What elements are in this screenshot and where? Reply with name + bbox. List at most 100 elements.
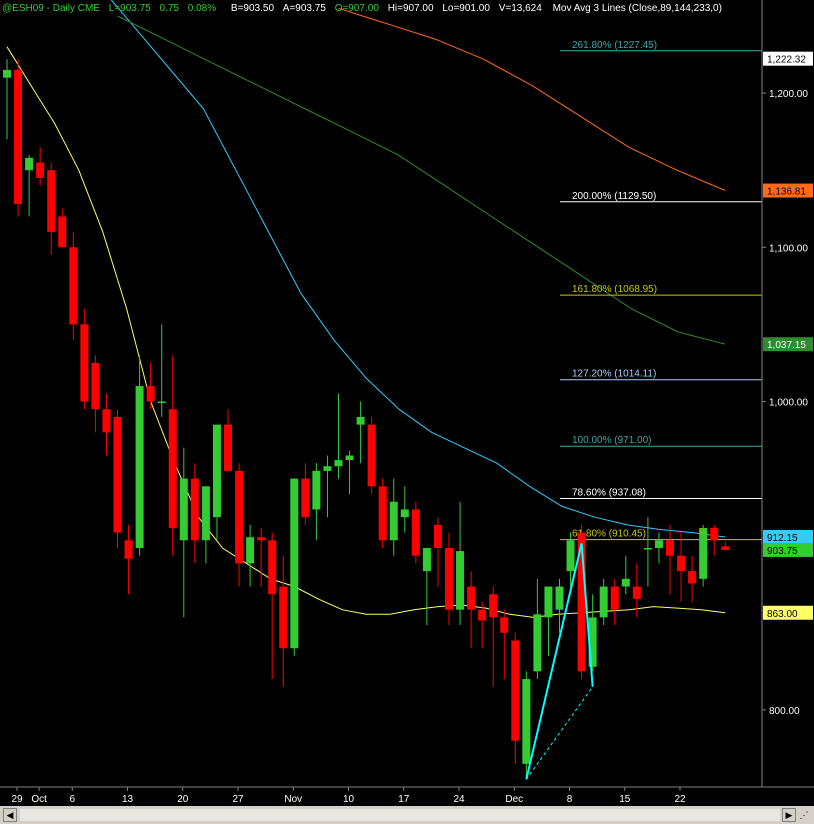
y-tick-label: 800.00 — [769, 706, 800, 717]
candle-body — [124, 540, 133, 559]
candle-body — [555, 586, 564, 610]
price-axis: 1,200.00 1,100.00 1,000.00 800.00 1,222.32 1,… — [0, 0, 814, 788]
candle-body — [113, 416, 122, 533]
candle-body — [489, 594, 498, 618]
candle-body — [312, 470, 321, 510]
x-tick-label: 13 — [122, 794, 134, 805]
candle-body — [610, 586, 619, 610]
candle-body — [25, 157, 34, 171]
candle-body — [257, 537, 266, 541]
candle-body — [400, 509, 409, 518]
candle-body — [699, 527, 708, 579]
fib-level-label: 200.00% (1129.50) — [572, 191, 656, 202]
candle-body — [500, 617, 509, 633]
candle-body — [522, 679, 531, 764]
fib-level-label: 78.60% (937.08) — [572, 488, 646, 499]
candle-body — [389, 501, 398, 541]
candle-body — [632, 586, 641, 599]
candle-body — [666, 540, 674, 556]
candle-body — [168, 409, 177, 528]
x-tick-label: 6 — [69, 794, 75, 805]
last-price: L=903.75 — [108, 3, 151, 14]
candle-body — [643, 547, 652, 550]
x-tick-label: 29 — [11, 794, 23, 805]
x-tick-label: 10 — [343, 794, 355, 805]
bid-price: B=903.50 — [230, 3, 275, 14]
price-tag-label: 912.15 — [767, 533, 798, 544]
x-tick-label: 27 — [232, 794, 244, 805]
x-tick-label: 17 — [398, 794, 410, 805]
candle-body — [69, 247, 78, 325]
y-tick-label: 1,100.00 — [769, 243, 808, 254]
candle-body — [654, 540, 663, 548]
net-change: 0.75 — [159, 3, 179, 14]
scroll-right-icon[interactable]: ▶ — [782, 808, 796, 822]
x-tick-label: 24 — [453, 794, 465, 805]
candle-body — [621, 578, 630, 587]
scroll-left-icon[interactable]: ◀ — [3, 808, 17, 822]
candle-body — [677, 555, 686, 572]
pct-change: 0.08% — [187, 3, 217, 14]
ma-longest-line — [338, 7, 726, 191]
candle-body — [710, 527, 719, 541]
candle-body — [3, 69, 11, 78]
resize-grip-icon[interactable]: ⋰ — [797, 808, 811, 822]
chart-window[interactable]: 261.80% (1227.45) 200.00% (1129.50) 161.80… — [0, 0, 814, 824]
candle-body — [345, 455, 354, 461]
candle-body — [146, 386, 155, 402]
candle-body — [688, 571, 697, 584]
header-symbol: @ESH09 - Daily CME L=903.75 0.75 0.08% B… — [2, 3, 722, 14]
candle-body — [212, 424, 221, 518]
candle-body — [411, 509, 420, 556]
x-tick-label: 22 — [674, 794, 686, 805]
x-tick-label: Oct — [31, 794, 47, 805]
candle-body — [367, 424, 376, 487]
volume: V=13,624 — [498, 3, 542, 14]
candle-body — [511, 640, 520, 741]
candle-body — [279, 586, 288, 649]
candle-body — [201, 486, 210, 541]
price-tag-label: 1,222.32 — [767, 55, 806, 66]
candle-body — [533, 614, 542, 672]
low-price: Lo=901.00 — [442, 3, 490, 14]
price-tag-label: 903.75 — [767, 546, 798, 557]
candle-body — [378, 486, 387, 541]
fib-level-label: 127.20% (1014.11) — [572, 369, 656, 380]
high-price: Hi=907.00 — [387, 3, 434, 14]
candle-body — [246, 537, 255, 564]
date-axis: 29 Oct 6 13 20 27 Nov 10 17 24 Dec 8 15 22 — [11, 787, 686, 805]
candle-body — [190, 478, 199, 541]
open-price: O=907.00 — [334, 3, 379, 14]
candle-body — [268, 540, 277, 595]
price-tag-label: 863.00 — [767, 609, 798, 620]
candle-body — [102, 409, 111, 433]
fib-level-label: 261.80% (1227.45) — [572, 40, 657, 51]
price-chart[interactable]: 261.80% (1227.45) 200.00% (1129.50) 161.80… — [0, 0, 814, 806]
horizontal-scrollbar[interactable]: ◀ ▶ ⋰ — [0, 806, 814, 824]
ask-price: A=903.75 — [282, 3, 326, 14]
fibonacci-levels: 261.80% (1227.45) 200.00% (1129.50) 161.80… — [560, 40, 762, 541]
x-tick-label: Dec — [505, 794, 523, 805]
candle-body — [179, 478, 188, 541]
candlesticks — [3, 59, 730, 780]
fib-level-label: 161.80% (1068.95) — [572, 284, 657, 295]
candle-body — [445, 547, 453, 610]
price-tag-label: 1,037.15 — [767, 340, 806, 351]
candle-body — [58, 216, 67, 248]
y-tick-label: 1,000.00 — [769, 398, 808, 409]
candle-body — [47, 170, 56, 232]
x-tick-label: 8 — [567, 794, 573, 805]
y-tick-label: 1,200.00 — [769, 89, 808, 100]
candle-body — [721, 546, 730, 550]
price-tag-label: 1,136.81 — [767, 187, 806, 198]
x-tick-label: 15 — [619, 794, 631, 805]
scroll-track[interactable] — [20, 809, 780, 821]
candle-body — [544, 586, 553, 618]
candle-body — [478, 609, 487, 621]
symbol-label: @ESH09 - Daily CME — [2, 3, 100, 14]
candle-body — [323, 466, 332, 471]
fib-level-label: 100.00% (971.00) — [572, 435, 652, 446]
candle-body — [566, 540, 575, 572]
candle-body — [467, 586, 476, 610]
candle-body — [157, 401, 166, 403]
